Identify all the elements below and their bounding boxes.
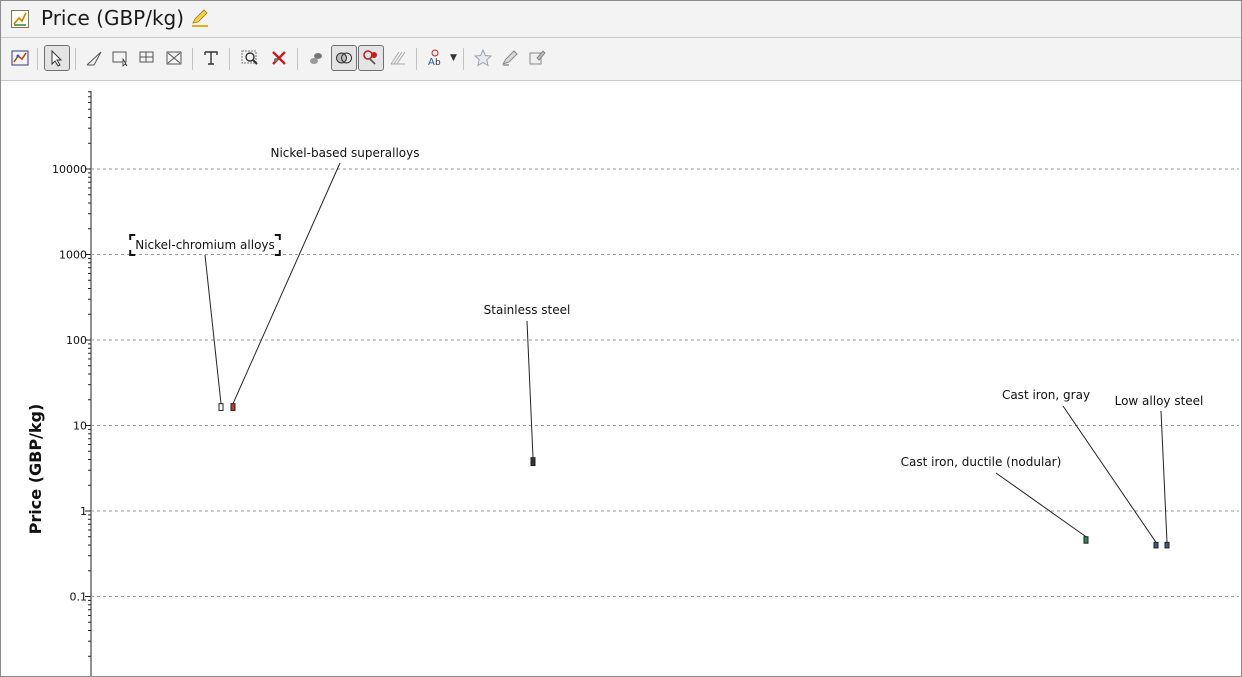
hatch-icon[interactable] [385, 45, 411, 71]
material-bar[interactable] [230, 403, 236, 411]
material-bar[interactable] [530, 457, 536, 467]
highlight-icon[interactable] [497, 45, 523, 71]
select-icon[interactable] [44, 45, 70, 71]
delete-selection-icon[interactable] [161, 45, 187, 71]
zoom-icon[interactable] [237, 45, 263, 71]
text-tool-icon[interactable] [198, 45, 224, 71]
y-tick-label: 0.1 [70, 591, 88, 604]
envelope-icon[interactable] [331, 45, 357, 71]
price-chart[interactable]: 0.1 1 10 100 1000 10000 Price (GBP/kg) Nickel-c… [1, 81, 1241, 676]
leader-line [995, 472, 1087, 538]
toolbar: Ab ▼ [1, 38, 1241, 81]
select-box-icon[interactable] [107, 45, 133, 71]
edit-title-icon[interactable] [190, 8, 210, 28]
material-label[interactable]: Nickel-chromium alloys [135, 238, 275, 252]
plot-area[interactable]: 0.1 1 10 100 1000 10000 Price (GBP/kg) Nickel-c… [1, 81, 1241, 676]
label-options-icon[interactable]: Ab [422, 45, 448, 71]
chevron-down-icon[interactable]: ▼ [450, 53, 457, 63]
material-bar[interactable] [1164, 541, 1170, 549]
material-bar[interactable] [1153, 541, 1159, 549]
window-title: Price (GBP/kg) [41, 6, 185, 30]
hide-icon[interactable] [304, 45, 330, 71]
lasso-icon[interactable] [358, 45, 384, 71]
y-tick-label: 1000 [59, 249, 87, 262]
note-icon[interactable] [524, 45, 550, 71]
y-tick-label: 100 [66, 334, 87, 347]
material-label[interactable]: Low alloy steel [1115, 394, 1204, 408]
chart-window: Price (GBP/kg) A b ▼ 0.1 1 10 100 1000 1… [0, 0, 1242, 677]
leader-line [1160, 410, 1168, 543]
material-bar[interactable] [1083, 536, 1089, 544]
svg-text:A: A [428, 57, 435, 68]
leader-line [204, 254, 222, 404]
y-tick-label: 10000 [52, 163, 87, 176]
material-label[interactable]: Nickel-based superalloys [270, 146, 419, 160]
chart-settings-icon[interactable] [7, 45, 33, 71]
y-axis-label: Price (GBP/kg) [26, 404, 45, 535]
draw-line-icon[interactable] [81, 45, 107, 71]
favorite-icon[interactable] [470, 45, 496, 71]
material-label[interactable]: Stainless steel [484, 303, 571, 317]
y-tick-label: 10 [73, 420, 87, 433]
material-label[interactable]: Cast iron, gray [1002, 388, 1090, 402]
select-grid-icon[interactable] [134, 45, 160, 71]
leader-line [1062, 405, 1157, 543]
chart-app-icon [11, 10, 29, 28]
y-tick-label: 1 [80, 505, 87, 518]
material-bar[interactable] [218, 403, 224, 411]
leader-line [526, 320, 534, 458]
leader-line [232, 162, 341, 404]
svg-text:b: b [435, 58, 441, 68]
title-bar: Price (GBP/kg) [1, 1, 1241, 38]
clear-icon[interactable] [266, 45, 292, 71]
material-label[interactable]: Cast iron, ductile (nodular) [901, 455, 1062, 469]
